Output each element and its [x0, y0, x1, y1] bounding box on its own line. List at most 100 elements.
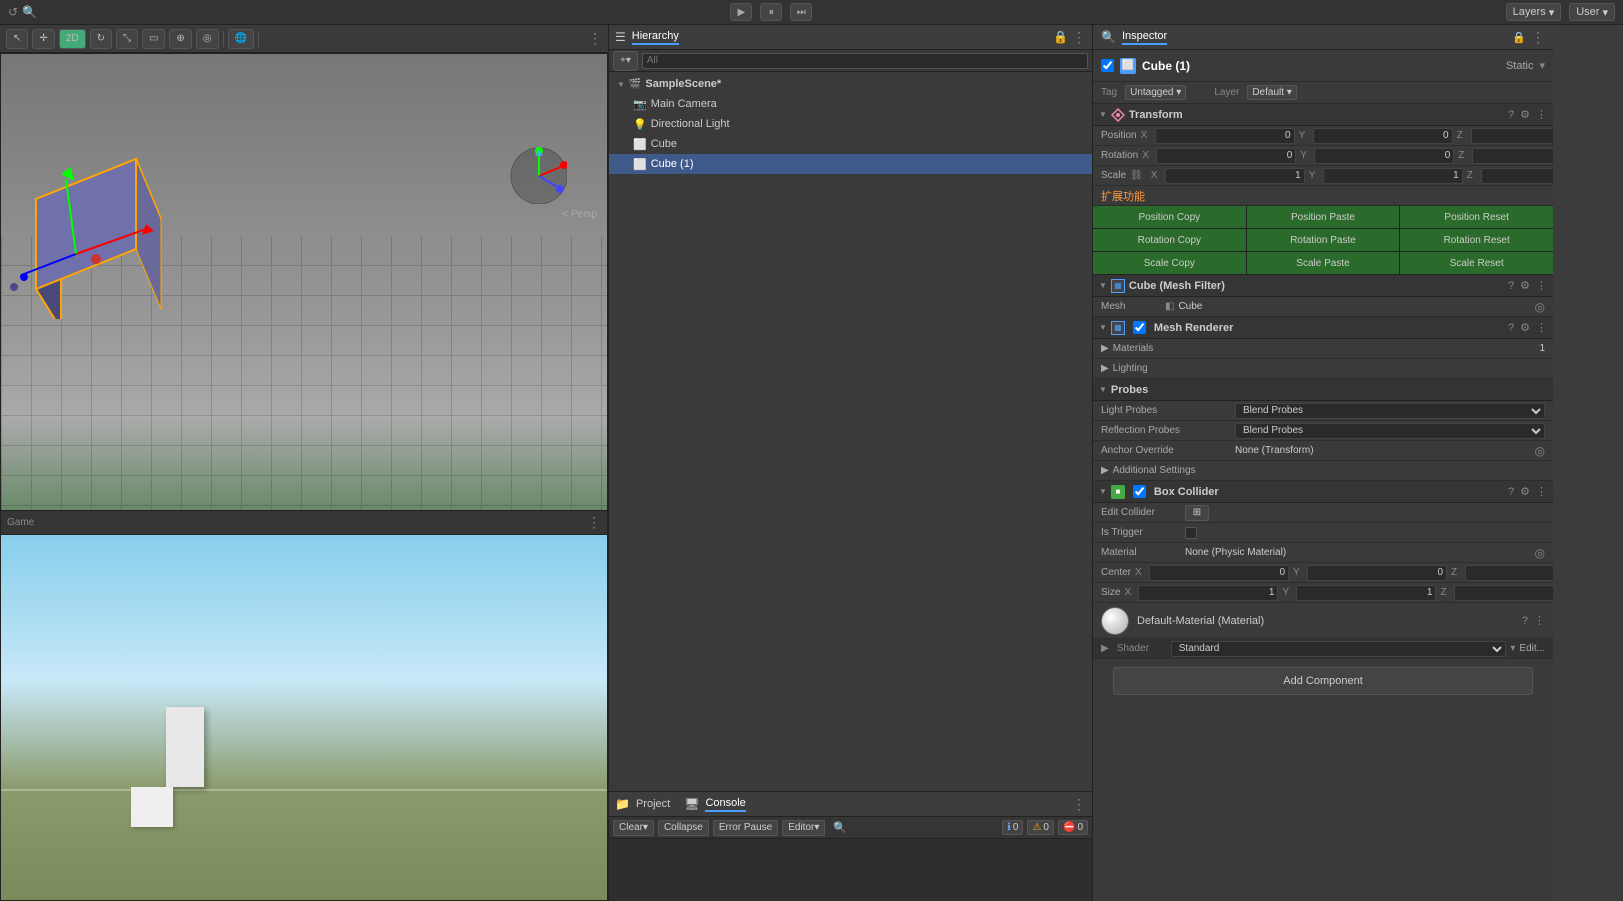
error-pause-btn[interactable]: Error Pause — [713, 820, 778, 836]
mesh-renderer-header[interactable]: ▼ ▦ Mesh Renderer ? ⚙ ⋮ — [1093, 317, 1553, 339]
hierarchy-cube[interactable]: ⬜ Cube — [609, 134, 1092, 154]
transform-help[interactable]: ? — [1508, 109, 1514, 121]
scale-y-input[interactable] — [1323, 168, 1463, 184]
is-trigger-checkbox[interactable] — [1185, 527, 1197, 539]
mr-more[interactable]: ⋮ — [1536, 321, 1547, 334]
bc-enabled-checkbox[interactable] — [1133, 485, 1146, 498]
pos-copy-btn[interactable]: Position Copy — [1093, 206, 1246, 228]
bc-help[interactable]: ? — [1508, 486, 1514, 498]
materials-row[interactable]: ▶ Materials 1 — [1093, 339, 1553, 359]
mf-settings[interactable]: ⚙ — [1520, 279, 1530, 292]
inspector-tab[interactable]: Inspector — [1122, 30, 1167, 45]
hierarchy-cube1[interactable]: ⬜ Cube (1) — [609, 154, 1092, 174]
editor-btn[interactable]: Editor ▾ — [782, 820, 825, 836]
bc-cx-input[interactable] — [1149, 565, 1289, 581]
pivot-tool[interactable]: ◎ — [196, 29, 219, 49]
rot-paste-btn[interactable]: Rotation Paste — [1247, 229, 1400, 251]
mf-help[interactable]: ? — [1508, 280, 1514, 292]
hierarchy-dir-light[interactable]: 💡 Directional Light — [609, 114, 1092, 134]
global-tool[interactable]: 🌐 — [228, 29, 254, 49]
project-tab[interactable]: Project — [636, 798, 670, 810]
mesh-select-btn[interactable]: ◎ — [1535, 300, 1545, 314]
rot-z-input[interactable] — [1472, 148, 1553, 164]
additional-arrow: ▶ — [1101, 465, 1109, 476]
scale-copy-btn[interactable]: Scale Copy — [1093, 252, 1246, 274]
bc-sx-input[interactable] — [1138, 585, 1278, 601]
scale-tool[interactable]: ⤡ — [116, 29, 138, 49]
bc-material-select-btn[interactable]: ◎ — [1535, 546, 1545, 560]
add-component-btn[interactable]: Add Component — [1113, 667, 1533, 695]
rotate-tool[interactable]: ↻ — [90, 29, 112, 49]
combined-tool[interactable]: ⊕ — [169, 29, 191, 49]
pos-y-input[interactable] — [1313, 128, 1453, 144]
inspector-lock[interactable]: 🔒 — [1511, 29, 1527, 45]
tag-dropdown[interactable]: Untagged ▾ — [1125, 85, 1186, 100]
move-tool[interactable]: ✛ — [32, 29, 54, 49]
pos-reset-btn[interactable]: Position Reset — [1400, 206, 1553, 228]
rot-y-input[interactable] — [1314, 148, 1454, 164]
hierarchy-more[interactable]: ⋮ — [1072, 29, 1086, 46]
rot-x-input[interactable] — [1156, 148, 1296, 164]
hierarchy-main-camera[interactable]: 📷 Main Camera — [609, 94, 1092, 114]
scale-x-input[interactable] — [1165, 168, 1305, 184]
console-tab[interactable]: Console — [705, 797, 745, 812]
mr-help[interactable]: ? — [1508, 322, 1514, 334]
shader-edit-btn[interactable]: Edit... — [1519, 643, 1545, 654]
bc-sy-input[interactable] — [1296, 585, 1436, 601]
bc-cy-input[interactable] — [1307, 565, 1447, 581]
transform-more[interactable]: ⋮ — [1536, 108, 1547, 121]
scale-z-input[interactable] — [1481, 168, 1553, 184]
mr-enabled-checkbox[interactable] — [1133, 321, 1146, 334]
anchor-select-btn[interactable]: ◎ — [1535, 444, 1545, 458]
clear-btn[interactable]: Clear ▾ — [613, 820, 654, 836]
layers-dropdown[interactable]: Layers ▾ — [1506, 3, 1562, 21]
bc-sz-input[interactable] — [1454, 585, 1553, 601]
step-button[interactable]: ⏭ — [790, 3, 812, 21]
collapse-btn[interactable]: Collapse — [658, 820, 709, 836]
rect-tool[interactable]: ▭ — [142, 29, 165, 49]
game-more[interactable]: ⋮ — [587, 514, 601, 531]
mf-more[interactable]: ⋮ — [1536, 279, 1547, 292]
mode-2d[interactable]: 2D — [59, 29, 86, 49]
inspector-more[interactable]: ⋮ — [1531, 29, 1545, 46]
mesh-filter-header[interactable]: ▼ ▦ Cube (Mesh Filter) ? ⚙ ⋮ — [1093, 275, 1553, 297]
layer-dropdown[interactable]: Default ▾ — [1247, 85, 1297, 100]
pause-button[interactable]: ⏸ — [760, 3, 782, 21]
hierarchy-add-btn[interactable]: +▾ — [613, 51, 638, 71]
lighting-row[interactable]: ▶ Lighting — [1093, 359, 1553, 379]
transform-tool[interactable]: ↖ — [6, 29, 28, 49]
console-more[interactable]: ⋮ — [1072, 796, 1086, 813]
pos-x-input[interactable] — [1155, 128, 1295, 144]
transform-header[interactable]: ▼ Transform ? ⚙ ⋮ — [1093, 104, 1553, 126]
shader-select[interactable]: Standard — [1171, 641, 1507, 657]
hierarchy-lock[interactable]: 🔒 — [1053, 30, 1068, 44]
mat-more[interactable]: ⋮ — [1534, 614, 1545, 627]
user-dropdown[interactable]: User ▾ — [1569, 3, 1615, 21]
additional-settings-row[interactable]: ▶ Additional Settings — [1093, 461, 1553, 481]
rot-reset-btn[interactable]: Rotation Reset — [1400, 229, 1553, 251]
hierarchy-tab[interactable]: Hierarchy — [632, 30, 679, 45]
obj-active-checkbox[interactable] — [1101, 59, 1114, 72]
probes-header[interactable]: ▼ Probes — [1093, 379, 1553, 401]
scale-reset-btn[interactable]: Scale Reset — [1400, 252, 1553, 274]
more-options[interactable]: ⋮ — [588, 30, 602, 47]
bc-cz-input[interactable] — [1465, 565, 1553, 581]
mr-settings[interactable]: ⚙ — [1520, 321, 1530, 334]
bc-more[interactable]: ⋮ — [1536, 485, 1547, 498]
bc-header[interactable]: ▼ ■ Box Collider ? ⚙ ⋮ — [1093, 481, 1553, 503]
pos-paste-btn[interactable]: Position Paste — [1247, 206, 1400, 228]
bc-settings[interactable]: ⚙ — [1520, 485, 1530, 498]
transform-settings[interactable]: ⚙ — [1520, 108, 1530, 121]
mat-help[interactable]: ? — [1522, 615, 1528, 627]
collapse-arrow: ▼ — [617, 80, 625, 89]
rot-copy-btn[interactable]: Rotation Copy — [1093, 229, 1246, 251]
light-probes-select[interactable]: Blend Probes — [1235, 403, 1545, 419]
hierarchy-search[interactable] — [642, 53, 1088, 69]
pos-z-input[interactable] — [1471, 128, 1553, 144]
edit-collider-btn[interactable]: ⊞ — [1185, 505, 1209, 521]
reflection-probes-select[interactable]: Blend Probes — [1235, 423, 1545, 439]
hierarchy-scene-root[interactable]: ▼ 🎬 SampleScene* — [609, 74, 1092, 94]
play-button[interactable]: ▶ — [730, 3, 752, 21]
inspector-tab-label: Inspector — [1122, 30, 1167, 42]
scale-paste-btn[interactable]: Scale Paste — [1247, 252, 1400, 274]
